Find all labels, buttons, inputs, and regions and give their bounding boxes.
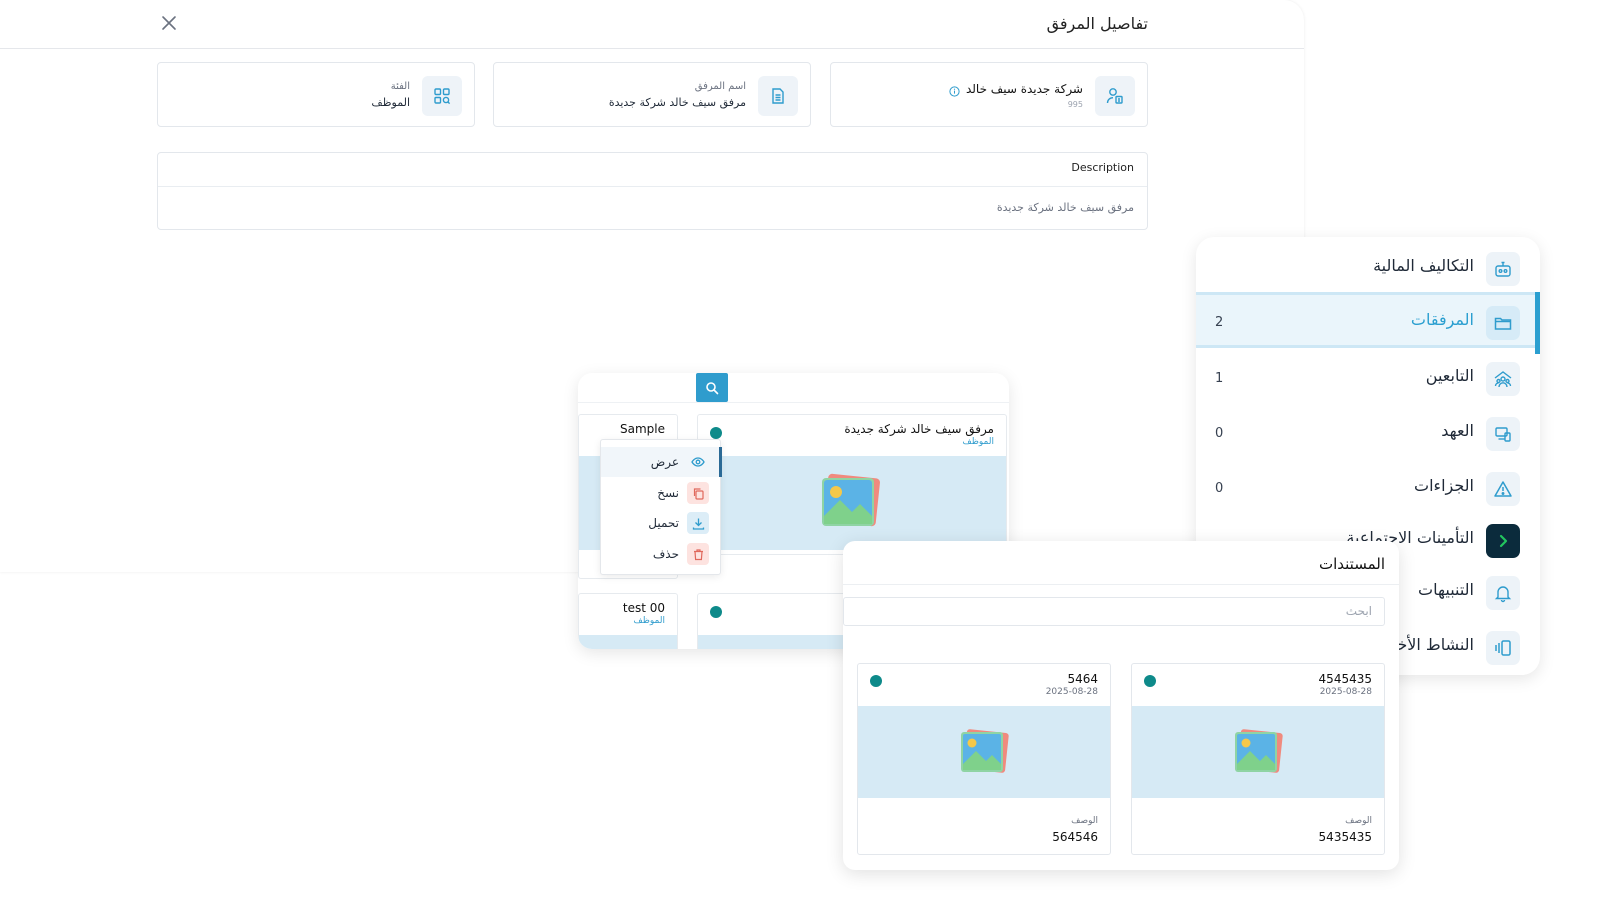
document-card-title: 5464 xyxy=(1067,672,1098,686)
eye-icon xyxy=(687,451,709,473)
description-label: Description xyxy=(158,153,1147,187)
attachment-card-title: Sample xyxy=(620,422,665,436)
side-tab-label: الجزاءات xyxy=(1414,476,1474,495)
attachment-card[interactable]: مرفق سيف خالد شركة جديدة الموظف xyxy=(697,414,1007,555)
user-building-icon xyxy=(1095,76,1135,116)
menu-item-label: حذف xyxy=(652,547,679,561)
side-tab-financial-costs[interactable]: التكاليف المالية xyxy=(1196,241,1540,297)
attachment-thumbnail xyxy=(579,635,677,649)
warning-icon xyxy=(1486,472,1520,506)
divider xyxy=(843,584,1399,585)
download-icon xyxy=(687,512,709,534)
side-tab-count: 2 xyxy=(1215,315,1224,330)
dialog-header: تفاصيل المرفق xyxy=(0,0,1304,49)
close-button[interactable] xyxy=(158,12,180,34)
attachment-card-category: الموظف xyxy=(633,616,665,626)
bell-icon xyxy=(1486,576,1520,610)
document-thumbnail xyxy=(858,706,1110,798)
image-placeholder-icon xyxy=(961,729,1009,773)
active-indicator xyxy=(719,447,722,477)
document-desc-value: 564546 xyxy=(1052,830,1098,844)
active-indicator xyxy=(1535,292,1540,354)
side-tab-label: التنبيهات xyxy=(1418,580,1474,599)
side-tab-label: العهد xyxy=(1441,421,1474,440)
company-code: 995 xyxy=(1067,100,1083,109)
side-tab-label: التكاليف المالية xyxy=(1373,256,1474,275)
robot-icon xyxy=(1486,252,1520,286)
side-tab-custody[interactable]: العهد 0 xyxy=(1196,406,1540,462)
attachment-context-menu: عرض نسخ تحميل حذف xyxy=(600,439,722,575)
documents-title: المستندات xyxy=(1318,555,1385,573)
menu-item-view[interactable]: عرض xyxy=(601,447,722,477)
menu-item-download[interactable]: تحميل xyxy=(601,508,722,538)
side-tab-attachments[interactable]: المرفقات 2 xyxy=(1196,292,1540,354)
image-placeholder-icon xyxy=(822,473,880,527)
document-card-date: 2025-08-28 xyxy=(1045,687,1098,697)
category-card: الفئة الموظف xyxy=(157,62,475,127)
side-tab-penalties[interactable]: الجزاءات 0 xyxy=(1196,461,1540,517)
category-label: الفئة xyxy=(390,81,410,92)
document-icon xyxy=(758,76,798,116)
side-tab-count: 0 xyxy=(1215,481,1224,496)
document-card-title: 4545435 xyxy=(1318,672,1372,686)
attachment-thumbnail xyxy=(698,456,1006,550)
attachment-card-category: الموظف xyxy=(962,437,994,447)
side-tab-count: 0 xyxy=(1215,426,1224,441)
document-desc-value: 5435435 xyxy=(1318,830,1372,844)
trash-icon xyxy=(687,543,709,565)
document-desc-label: الوصف xyxy=(1071,816,1098,826)
category-value: الموظف xyxy=(371,96,410,109)
more-options-icon[interactable] xyxy=(1144,675,1156,687)
more-options-icon[interactable] xyxy=(870,675,882,687)
attachment-name-label: اسم المرفق xyxy=(694,81,746,92)
menu-item-label: نسخ xyxy=(657,486,679,500)
device-icon xyxy=(1486,417,1520,451)
company-name: شركة جديدة سيف خالد xyxy=(965,82,1083,96)
image-placeholder-icon xyxy=(1235,729,1283,773)
close-icon xyxy=(162,16,176,30)
menu-item-label: تحميل xyxy=(648,516,679,530)
arrow-icon xyxy=(1486,524,1520,558)
attachments-toolbar xyxy=(578,373,1009,403)
folder-icon xyxy=(1486,306,1520,340)
description-value: مرفق سيف خالد شركة جديدة xyxy=(996,201,1134,214)
search-button[interactable] xyxy=(696,373,728,402)
attachment-name-card: اسم المرفق مرفق سيف خالد شركة جديدة xyxy=(493,62,811,127)
menu-item-delete[interactable]: حذف xyxy=(601,539,722,569)
attachment-card-title: test 00 xyxy=(622,601,665,615)
side-tab-label: المرفقات xyxy=(1410,310,1474,329)
document-thumbnail xyxy=(1132,706,1384,798)
category-grid-icon xyxy=(422,76,462,116)
menu-item-label: عرض xyxy=(650,455,679,469)
more-options-icon[interactable] xyxy=(710,606,722,618)
side-tab-dependents[interactable]: التابعين 1 xyxy=(1196,351,1540,407)
documents-panel: المستندات ابحث 4545435 2025-08-28 الوصف … xyxy=(843,541,1399,870)
more-options-icon[interactable] xyxy=(710,427,722,439)
info-icon[interactable] xyxy=(949,82,960,97)
family-icon xyxy=(1486,362,1520,396)
documents-search-input[interactable]: ابحث xyxy=(843,597,1385,626)
company-card: شركة جديدة سيف خالد 995 xyxy=(830,62,1148,127)
document-card[interactable]: 5464 2025-08-28 الوصف 564546 xyxy=(857,663,1111,855)
attachment-card-title: مرفق سيف خالد شركة جديدة xyxy=(844,422,994,436)
search-icon xyxy=(706,381,719,394)
side-tab-label: التابعين xyxy=(1425,366,1474,385)
document-desc-label: الوصف xyxy=(1345,816,1372,826)
document-card[interactable]: 4545435 2025-08-28 الوصف 5435435 xyxy=(1131,663,1385,855)
attachment-card[interactable]: test 00 الموظف xyxy=(578,593,678,649)
side-tab-count: 1 xyxy=(1215,371,1224,386)
dialog-title: تفاصيل المرفق xyxy=(1046,14,1148,33)
activity-icon xyxy=(1486,631,1520,665)
menu-item-copy[interactable]: نسخ xyxy=(601,478,722,508)
description-box: Description مرفق سيف خالد شركة جديدة xyxy=(157,152,1148,230)
attachment-name-value: مرفق سيف خالد شركة جديدة xyxy=(608,96,746,109)
document-card-date: 2025-08-28 xyxy=(1319,687,1372,697)
copy-icon xyxy=(687,482,709,504)
